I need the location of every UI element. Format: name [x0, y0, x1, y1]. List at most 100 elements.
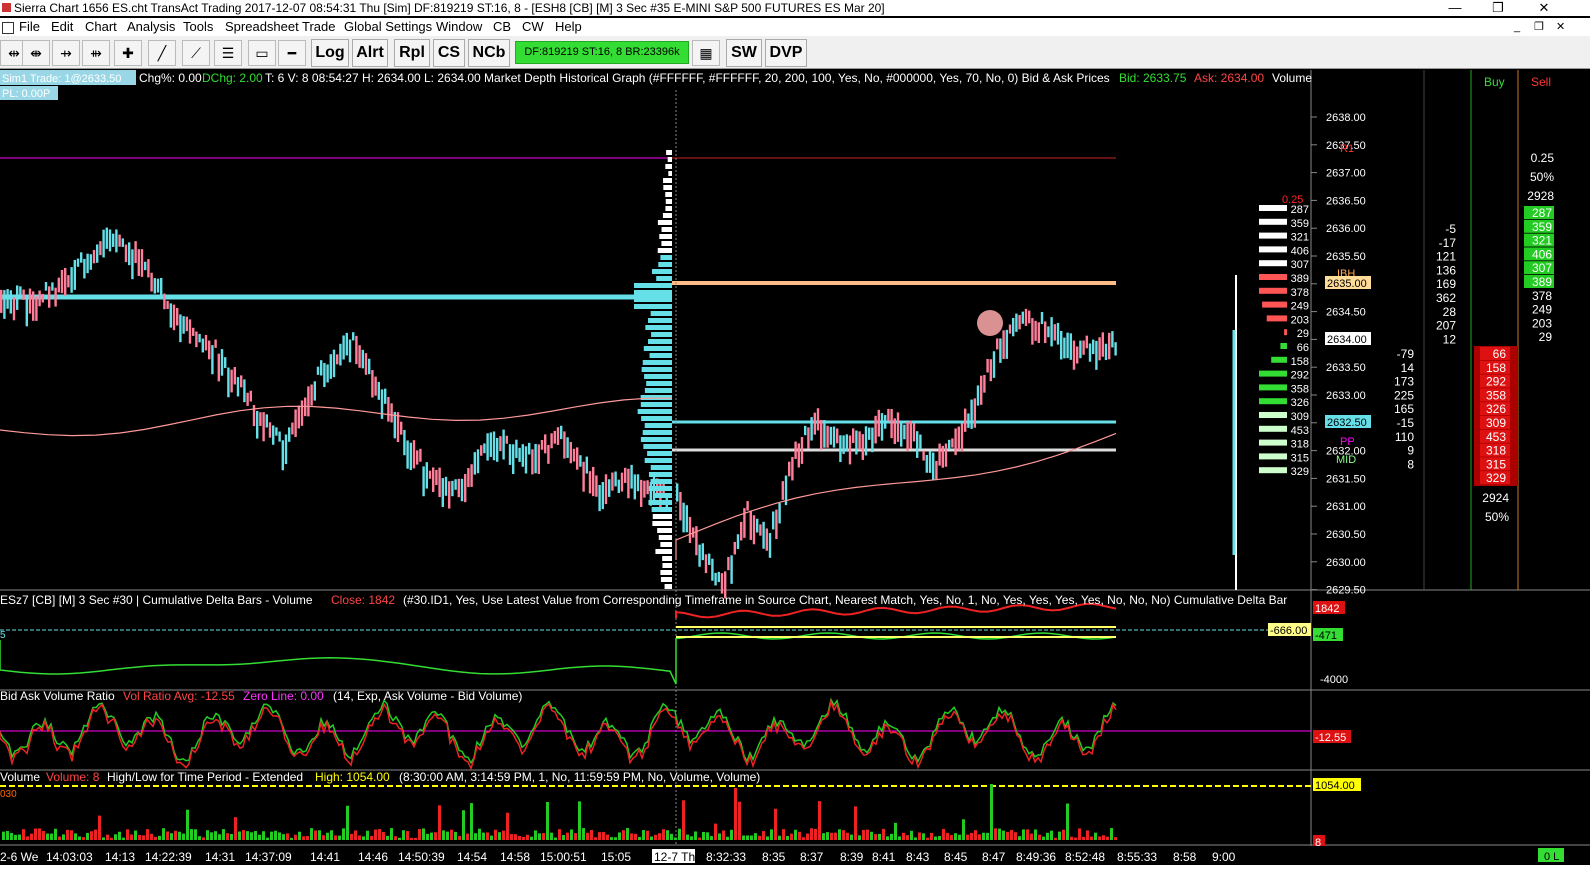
price-tick: 2630.00	[1326, 557, 1366, 569]
price-bar	[736, 534, 740, 550]
price-bar	[268, 422, 272, 438]
price-bar	[499, 436, 502, 452]
crosshair-icon[interactable]: ✚	[114, 40, 142, 66]
price-bar	[467, 468, 470, 488]
dom-bar	[1259, 260, 1287, 267]
close-button[interactable]: ✕	[1524, 0, 1564, 16]
price-bar	[278, 431, 281, 442]
label-r1: R1	[1340, 143, 1354, 155]
trade-marker[interactable]	[977, 310, 1003, 336]
hline-icon[interactable]: ━	[278, 40, 306, 66]
buy-header[interactable]: Buy	[1484, 75, 1505, 89]
volume-bar	[10, 832, 13, 840]
price-bar	[240, 375, 243, 388]
price-bar	[262, 412, 265, 442]
menu-spreadsheet[interactable]: Spreadsheet	[225, 18, 299, 36]
price-bar	[1095, 340, 1098, 370]
scroll-right-icon[interactable]: ⇻	[82, 40, 110, 66]
sw-button[interactable]: SW	[726, 39, 762, 67]
profile-bar	[648, 500, 672, 505]
volume-bar	[282, 834, 285, 840]
cs-button[interactable]: CS	[433, 39, 465, 67]
price-bar	[807, 427, 810, 449]
mdi-restore-button[interactable]: ❐	[1534, 18, 1544, 36]
price-bar	[339, 343, 342, 366]
volume-bar	[146, 829, 149, 840]
dvp-button[interactable]: DVP	[765, 39, 807, 67]
price-bar	[310, 384, 313, 406]
zoom-in-icon[interactable]: ⇼	[22, 40, 50, 66]
time-tick: 8:49:36	[1016, 850, 1056, 864]
price-bar	[51, 282, 54, 291]
price-bar	[409, 442, 412, 471]
price-bar	[460, 478, 464, 502]
time-tick: 14:46	[358, 850, 388, 864]
menu-trade[interactable]: Trade	[302, 18, 335, 36]
profile-bar	[641, 367, 672, 372]
doc-icon[interactable]	[2, 22, 14, 34]
price-bar	[759, 524, 762, 536]
rectangle-icon[interactable]: ▭	[248, 40, 276, 66]
volume-bar	[38, 828, 41, 840]
col-b-value: 173	[1394, 375, 1414, 389]
minimize-button[interactable]: —	[1435, 0, 1475, 16]
dom-size: 406	[1291, 245, 1309, 257]
volume-bar	[6, 830, 9, 840]
profile-bar	[667, 157, 672, 162]
menu-cb[interactable]: CB	[493, 18, 511, 36]
price-bar	[419, 448, 422, 462]
mdi-close-button[interactable]: ✕	[1556, 18, 1565, 36]
menu-chart[interactable]: Chart	[85, 18, 117, 36]
price-bar	[839, 435, 842, 463]
volume-bar	[1026, 829, 1029, 840]
chart-canvas[interactable]: Sim1 Trade: 1@2633.50 PL: 0.00P Chg%: 0.…	[0, 70, 1590, 865]
volume-bar	[258, 834, 261, 840]
menu-file[interactable]: File	[19, 18, 40, 36]
price-bar	[858, 431, 861, 450]
draw-line-icon[interactable]: ╱	[148, 40, 176, 66]
mdi-minimize-button[interactable]: _	[1514, 18, 1520, 36]
chart-area[interactable]: Sim1 Trade: 1@2633.50 PL: 0.00P Chg%: 0.…	[0, 70, 1590, 865]
profile-bar	[634, 283, 672, 288]
time-tick: 9:00	[1212, 850, 1236, 864]
menu-tools[interactable]: Tools	[183, 18, 213, 36]
menu-help[interactable]: Help	[555, 18, 582, 36]
fib-icon[interactable]: ☰	[214, 40, 242, 66]
volume-bar	[278, 832, 281, 840]
volume-bar	[174, 830, 177, 840]
log-button[interactable]: Log	[311, 39, 349, 67]
ray-icon[interactable]: ⟋	[182, 40, 210, 66]
scroll-left-icon[interactable]: ⇸	[52, 40, 80, 66]
volume-bar	[1002, 830, 1005, 840]
volume-bar	[538, 833, 541, 840]
price-bar	[227, 367, 230, 398]
menu-analysis[interactable]: Analysis	[127, 18, 175, 36]
volume-bar	[398, 837, 401, 840]
price-bar	[185, 316, 188, 332]
ncb-button[interactable]: NCb	[468, 39, 510, 67]
price-bar	[102, 229, 105, 258]
price-bar	[919, 434, 922, 450]
volume-bar	[226, 833, 229, 840]
sell-header[interactable]: Sell	[1531, 75, 1551, 89]
price-bar	[105, 227, 108, 249]
volume-bar	[898, 836, 901, 840]
replay-button[interactable]: Rpl	[394, 39, 430, 67]
menu-global-settings[interactable]: Global Settings	[344, 18, 432, 36]
profile-bar	[655, 549, 672, 554]
menu-edit[interactable]: Edit	[51, 18, 73, 36]
dom-icon[interactable]: ▦	[692, 40, 720, 66]
alert-button[interactable]: Alrt	[352, 39, 388, 67]
price-bar	[948, 439, 951, 450]
volume-bar	[858, 835, 861, 840]
restore-button[interactable]: ❐	[1478, 0, 1518, 16]
profile-bar	[652, 514, 672, 519]
toolbar: ⇹ ⇼ ⇸ ⇻ ✚ ╱ ⟋ ☰ ▭ ━ Log Alrt Rpl CS NCb …	[0, 36, 1590, 69]
menu-cw[interactable]: CW	[522, 18, 544, 36]
col-a-value: -5	[1445, 222, 1456, 236]
volume-bar	[318, 830, 321, 840]
menu-window[interactable]: Window	[436, 18, 482, 36]
price-bar	[553, 430, 556, 444]
price-bar	[9, 290, 12, 314]
price-bar	[916, 431, 919, 458]
